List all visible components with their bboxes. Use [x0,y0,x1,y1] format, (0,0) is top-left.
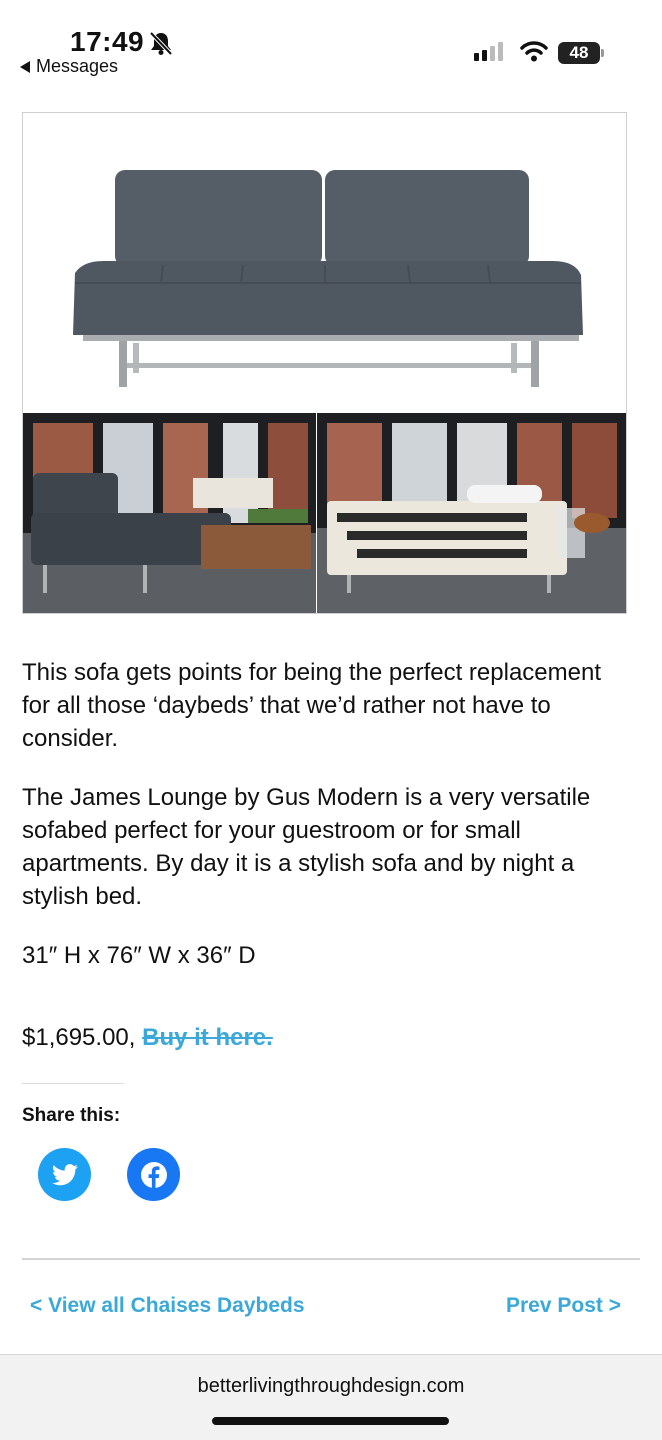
twitter-share-button[interactable] [38,1148,91,1201]
back-to-messages[interactable]: Messages [20,56,118,77]
price-line: $1,695.00, Buy it here. [22,1024,273,1052]
view-all-category-link[interactable]: < View all Chaises Daybeds [30,1294,305,1318]
dimensions-text: 31″ H x 76″ W x 36″ D [22,942,256,969]
home-indicator[interactable] [212,1417,449,1425]
battery-indicator: 48 [558,42,600,64]
divider [22,1258,640,1260]
clock: 17:49 [70,26,145,57]
cell-signal-icon [474,42,503,61]
description-paragraph: This sofa gets points for being the perf… [22,659,601,752]
back-label: Messages [36,56,119,76]
browser-address-bar[interactable]: betterlivingthroughdesign.com [0,1354,662,1440]
facebook-share-button[interactable] [127,1148,180,1201]
sofa-hero-image [23,113,626,413]
prev-post-link[interactable]: Prev Post > [506,1294,621,1318]
buy-link[interactable]: Buy it here. [142,1024,273,1051]
share-title: Share this: [22,1105,121,1126]
bed-loft-image [317,413,626,613]
twitter-icon [51,1163,78,1185]
url-text[interactable]: betterlivingthroughdesign.com [0,1375,662,1398]
details-paragraph: The James Lounge by Gus Modern is a very… [22,784,591,910]
facebook-icon [140,1161,167,1188]
wifi-icon [520,41,548,62]
battery-tip [601,49,604,57]
bell-muted-icon [149,31,173,56]
sofa-loft-image [23,413,316,613]
status-bar: 17:49 Messages 48 [0,0,662,90]
back-arrow-icon [20,60,30,73]
divider [22,1083,124,1084]
price-text: $1,695.00, [22,1024,136,1051]
product-image[interactable] [22,112,627,614]
